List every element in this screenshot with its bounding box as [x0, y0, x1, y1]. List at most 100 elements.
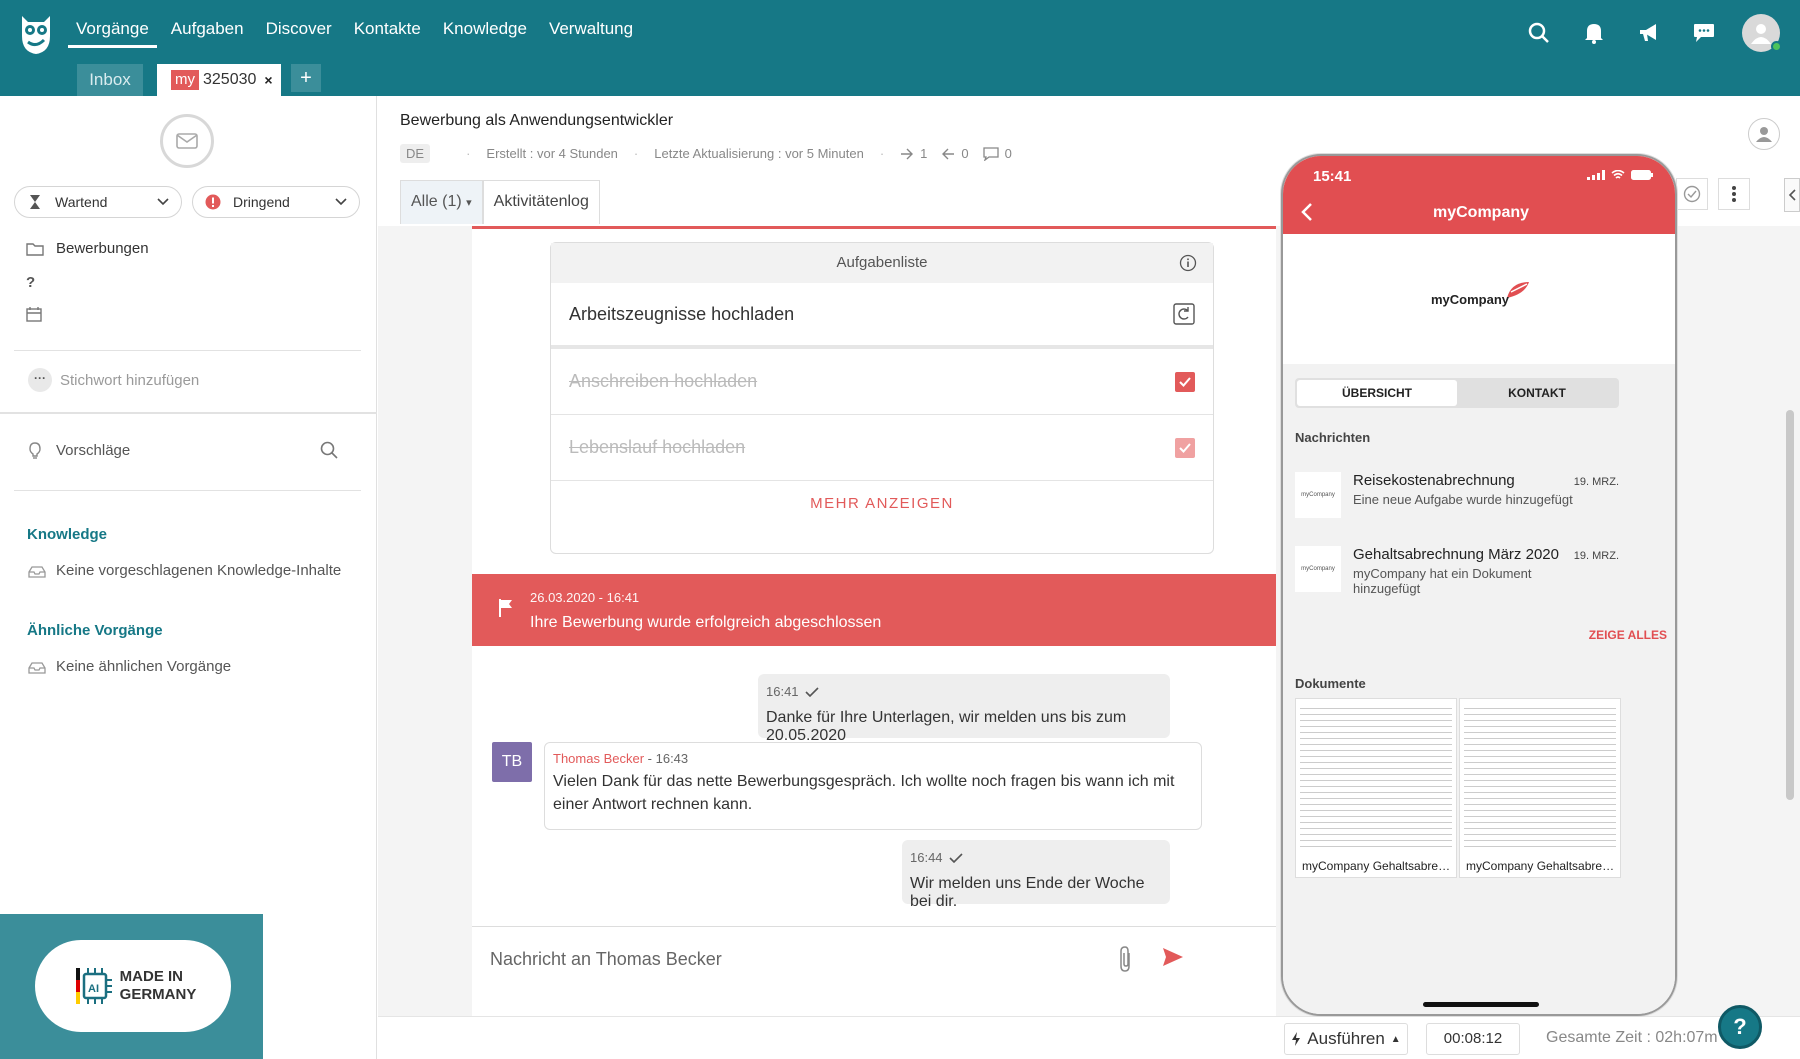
folder-icon — [26, 242, 44, 256]
show-all-link[interactable]: ZEIGE ALLES — [1589, 628, 1667, 642]
made-in-germany-badge: AI MADE IN GERMANY — [0, 914, 263, 1059]
user-avatar[interactable] — [1742, 14, 1782, 52]
task-item[interactable]: Anschreiben hochladen — [551, 349, 1213, 415]
checkbox-checked-icon[interactable] — [1175, 437, 1195, 458]
session-timer: 00:08:12 — [1426, 1023, 1520, 1055]
chevron-down-icon — [335, 198, 347, 206]
nav-aufgaben[interactable]: Aufgaben — [163, 18, 252, 48]
nav-verwaltung[interactable]: Verwaltung — [541, 18, 641, 48]
more-dots-icon: ··· — [28, 368, 52, 392]
priority-value: Dringend — [233, 194, 290, 210]
check-icon — [804, 686, 819, 697]
search-icon[interactable] — [320, 441, 338, 459]
signal-icon — [1587, 170, 1605, 180]
alert-icon — [203, 194, 223, 210]
similar-empty: Keine ähnlichen Vorgänge — [28, 658, 231, 675]
suggestions-row[interactable]: Vorschläge — [26, 440, 338, 460]
search-icon[interactable] — [1523, 17, 1555, 49]
task-item[interactable]: Arbeitszeugnisse hochladen — [551, 283, 1213, 349]
created-time: Erstellt : vor 4 Stunden — [486, 146, 618, 161]
case-id: 325030 — [203, 71, 257, 88]
news-title: Nachrichten — [1295, 430, 1371, 445]
keyword-input[interactable]: ··· Stichwort hinzufügen — [28, 368, 199, 392]
home-indicator — [1423, 1002, 1539, 1007]
seg-contact[interactable]: KONTAKT — [1457, 380, 1617, 406]
sender-name: Thomas Becker — [553, 751, 645, 766]
incoming-message: Thomas Becker - 16:43 Vielen Dank für da… — [544, 742, 1202, 830]
check-circle-icon[interactable] — [1676, 178, 1708, 210]
empty-tray-icon — [28, 565, 46, 578]
megaphone-icon[interactable] — [1633, 17, 1665, 49]
document-thumbnail — [1300, 703, 1452, 851]
owl-logo-icon[interactable] — [18, 12, 54, 56]
divider — [14, 350, 361, 351]
germany-text: GERMANY — [119, 986, 197, 1003]
wifi-icon — [1611, 170, 1625, 179]
assignee-icon[interactable] — [1748, 118, 1780, 150]
send-icon[interactable] — [1162, 947, 1184, 967]
made-in-text: MADE IN — [119, 968, 183, 985]
news-item[interactable]: myCompany Gehaltsabrechnung März 2020 myCo… — [1295, 546, 1619, 600]
folder-row[interactable]: Bewerbungen — [26, 240, 149, 257]
document-thumbnail — [1464, 703, 1616, 851]
seg-overview[interactable]: ÜBERSICHT — [1297, 380, 1457, 406]
show-more-button[interactable]: MEHR ANZEIGEN — [551, 481, 1213, 527]
outgoing-message: 16:44 Wir melden uns Ende der Woche bei … — [902, 840, 1170, 910]
language-badge[interactable]: DE — [400, 144, 431, 163]
nav-discover[interactable]: Discover — [258, 18, 340, 48]
phone-preview: 15:41 myCompany myCompany ÜBERSICHT KONTA… — [1281, 154, 1677, 1016]
info-icon[interactable] — [1179, 254, 1197, 272]
collapse-right-icon[interactable] — [1784, 178, 1800, 212]
similar-title: Ähnliche Vorgänge — [27, 622, 163, 639]
knowledge-empty: Keine vorgeschlagenen Knowledge-Inhalte — [28, 562, 341, 579]
more-vertical-icon[interactable] — [1718, 178, 1750, 210]
tab-inbox[interactable]: Inbox — [77, 64, 143, 96]
tab-case[interactable]: my 325030 × — [157, 64, 281, 96]
upload-refresh-icon[interactable] — [1173, 303, 1195, 325]
news-item[interactable]: myCompany Reisekostenabrechnung Eine neue … — [1295, 472, 1619, 526]
paperclip-icon[interactable] — [1118, 945, 1134, 973]
phone-segment-control: ÜBERSICHT KONTAKT — [1295, 378, 1619, 408]
suggestions-label: Vorschläge — [56, 441, 131, 459]
status-dropdown[interactable]: Wartend — [14, 186, 182, 218]
bottom-bar: Ausführen ▲ 00:08:12 Gesamte Zeit : 02h:0… — [378, 1005, 1800, 1059]
tab-activity-log[interactable]: Aktivitätenlog — [482, 180, 600, 224]
bell-icon[interactable] — [1578, 17, 1610, 49]
banner-date: 26.03.2020 - 16:41 — [530, 590, 640, 605]
knowledge-title: Knowledge — [27, 526, 108, 543]
company-logo: myCompany — [1283, 234, 1675, 364]
add-tab-button[interactable]: + — [291, 64, 321, 92]
envelope-icon — [160, 114, 214, 168]
documents-title: Dokumente — [1295, 676, 1366, 691]
comment-count: 0 — [982, 146, 1012, 161]
chat-icon[interactable] — [1688, 17, 1720, 49]
close-tab-button[interactable]: × — [264, 72, 272, 88]
online-status-dot — [1771, 41, 1782, 52]
completion-banner: 26.03.2020 - 16:41 Ihre Bewerbung wurde … — [472, 574, 1276, 646]
task-list: Aufgabenliste Arbeitszeugnisse hochladen… — [550, 242, 1214, 554]
nav-vorgaenge[interactable]: Vorgänge — [68, 18, 157, 48]
help-button[interactable]: ? — [1718, 1005, 1762, 1049]
checkbox-checked-icon[interactable] — [1175, 371, 1195, 392]
unknown-field[interactable]: ? — [26, 274, 35, 291]
red-divider — [472, 226, 1276, 229]
calendar-icon[interactable] — [26, 306, 42, 322]
message-input[interactable]: Nachricht an Thomas Becker — [490, 949, 722, 970]
lightning-icon — [1292, 1032, 1301, 1046]
task-item[interactable]: Lebenslauf hochladen — [551, 415, 1213, 481]
status-value: Wartend — [55, 194, 108, 210]
message-composer[interactable]: Nachricht an Thomas Becker — [472, 926, 1276, 1016]
document-card[interactable]: myCompany Gehaltsabrec... — [1295, 698, 1457, 878]
execute-button[interactable]: Ausführen ▲ — [1284, 1023, 1408, 1055]
document-card[interactable]: myCompany Gehaltsabrec... — [1459, 698, 1621, 878]
priority-dropdown[interactable]: Dringend — [192, 186, 360, 218]
nav-knowledge[interactable]: Knowledge — [435, 18, 535, 48]
tab-all[interactable]: Alle (1) ▾ — [400, 180, 483, 224]
phone-clock: 15:41 — [1313, 168, 1352, 185]
updated-time: Letzte Aktualisierung : vor 5 Minuten — [654, 146, 864, 161]
scrollbar[interactable] — [1786, 410, 1794, 800]
nav-kontakte[interactable]: Kontakte — [346, 18, 429, 48]
folder-label: Bewerbungen — [56, 240, 149, 257]
keyword-placeholder: Stichwort hinzufügen — [60, 371, 200, 389]
arrow-right-icon — [901, 148, 914, 159]
